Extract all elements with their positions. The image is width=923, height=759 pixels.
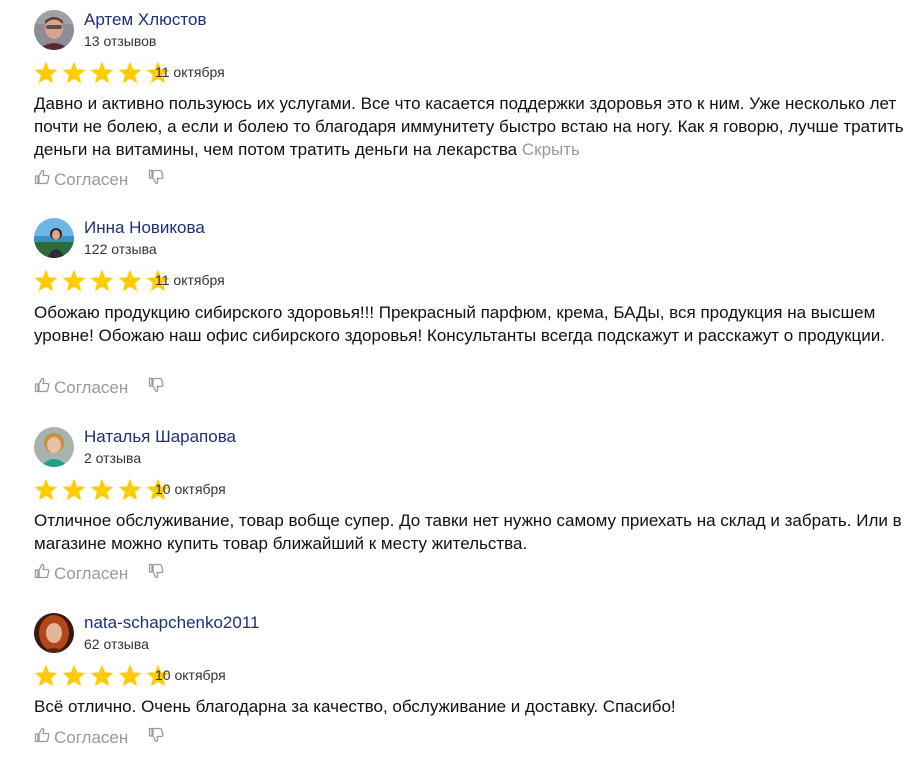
author-name[interactable]: Артем Хлюстов <box>84 10 206 30</box>
star-icon <box>62 664 86 687</box>
star-icon <box>90 478 114 501</box>
review-actions: Согласен <box>34 563 164 584</box>
star-icon <box>34 61 58 84</box>
review-date: 11 октября <box>155 272 225 288</box>
review-text: Давно и активно пользуюсь их услугами. В… <box>34 92 909 161</box>
author-name[interactable]: Наталья Шарапова <box>84 427 236 447</box>
star-icon <box>90 61 114 84</box>
review-count: 13 отзывов <box>84 33 157 49</box>
author-name[interactable]: Инна Новикова <box>84 218 205 238</box>
rating-stars <box>33 268 171 294</box>
star-icon <box>118 269 142 292</box>
thumbs-up-icon <box>34 727 50 748</box>
star-icon <box>62 61 86 84</box>
agree-button[interactable]: Согласен <box>34 377 128 398</box>
review-text: Отличное обслуживание, товар вобще супер… <box>34 511 902 553</box>
review-text: Обожаю продукцию сибирского здоровья!!! … <box>34 303 885 345</box>
star-icon <box>90 269 114 292</box>
star-icon <box>118 478 142 501</box>
review-body: Давно и активно пользуюсь их услугами. В… <box>34 94 904 159</box>
agree-button[interactable]: Согласен <box>34 727 128 748</box>
review-text: Всё отлично. Очень благодарна за качеств… <box>34 697 676 716</box>
thumbs-up-icon <box>34 169 50 190</box>
rating-stars <box>33 60 171 86</box>
avatar[interactable] <box>34 218 74 258</box>
dislike-button[interactable] <box>148 377 164 398</box>
review-actions: Согласен <box>34 169 164 190</box>
review-actions: Согласен <box>34 727 164 748</box>
dislike-button[interactable] <box>148 727 164 748</box>
star-icon <box>118 61 142 84</box>
review-count: 122 отзыва <box>84 241 157 257</box>
dislike-button[interactable] <box>148 563 164 584</box>
thumbs-down-icon <box>148 377 164 398</box>
avatar[interactable] <box>34 613 74 653</box>
thumbs-up-icon <box>34 563 50 584</box>
review-count: 62 отзыва <box>84 636 149 652</box>
star-icon <box>34 269 58 292</box>
agree-label: Согласен <box>54 727 129 747</box>
review-actions: Согласен <box>34 377 164 398</box>
rating-stars <box>33 477 171 503</box>
agree-label: Согласен <box>54 169 129 189</box>
star-icon <box>62 269 86 292</box>
dislike-button[interactable] <box>148 169 164 190</box>
star-icon <box>62 478 86 501</box>
review-date: 11 октября <box>155 64 225 80</box>
rating-stars <box>33 663 171 689</box>
star-icon <box>118 664 142 687</box>
agree-label: Согласен <box>54 377 129 397</box>
review-date: 10 октября <box>155 667 226 683</box>
star-icon <box>34 664 58 687</box>
thumbs-down-icon <box>148 727 164 748</box>
thumbs-up-icon <box>34 377 50 398</box>
review-date: 10 октября <box>155 481 226 497</box>
thumbs-down-icon <box>148 169 164 190</box>
hide-link[interactable]: Скрыть <box>522 140 580 159</box>
star-icon <box>90 664 114 687</box>
agree-button[interactable]: Согласен <box>34 563 128 584</box>
review-count: 2 отзыва <box>84 450 142 466</box>
author-name[interactable]: nata-schapchenko2011 <box>84 613 260 633</box>
agree-button[interactable]: Согласен <box>34 169 128 190</box>
avatar[interactable] <box>34 10 74 50</box>
star-icon <box>34 478 58 501</box>
avatar[interactable] <box>34 427 74 467</box>
thumbs-down-icon <box>148 563 164 584</box>
agree-label: Согласен <box>54 563 129 583</box>
